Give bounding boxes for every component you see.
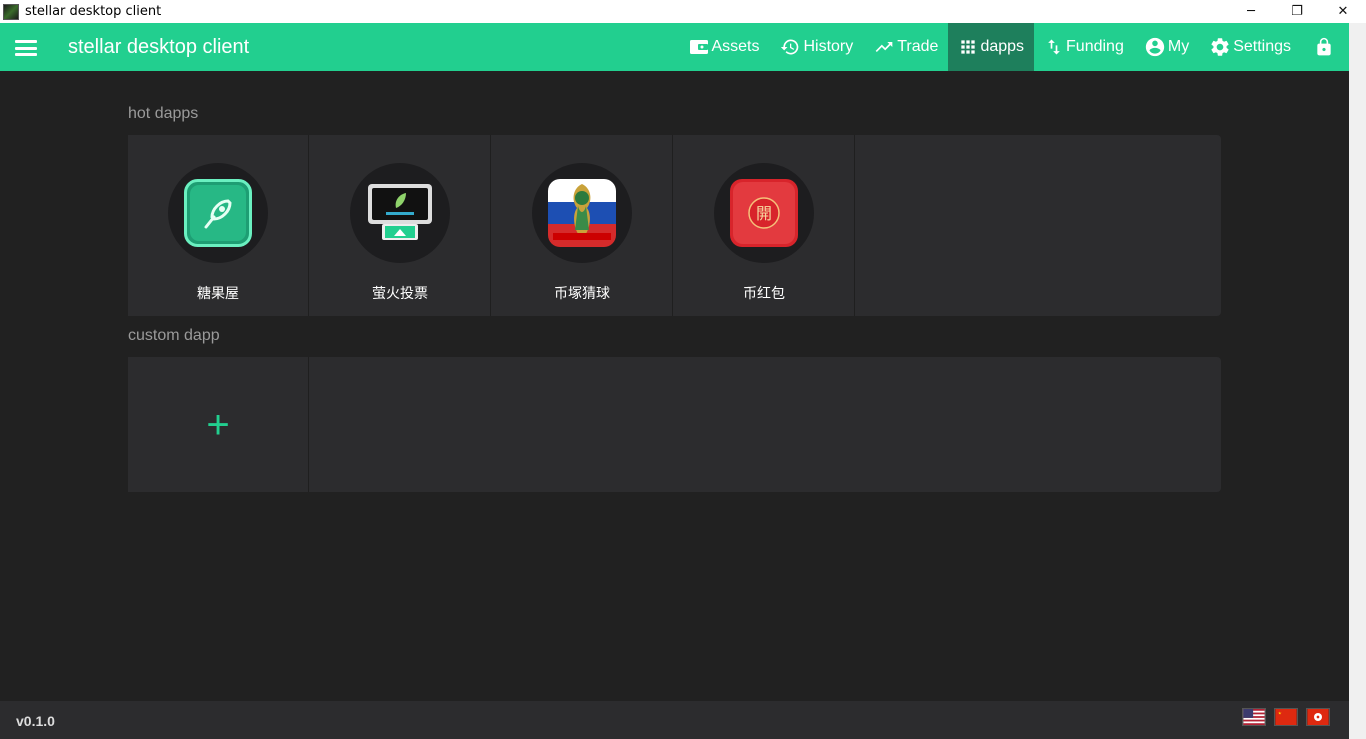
- nav-label: History: [803, 38, 854, 55]
- custom-dapp-heading: custom dapp: [128, 327, 220, 344]
- swap-vertical-icon: [1048, 39, 1060, 55]
- lock-icon: [1317, 37, 1331, 56]
- version-label: v0.1.0: [16, 713, 55, 729]
- apps-grid-icon: [961, 40, 976, 54]
- dapp-icon-wrap: 開: [714, 163, 814, 263]
- nav-funding[interactable]: Funding: [1034, 23, 1134, 71]
- close-button[interactable]: ✕: [1320, 0, 1366, 23]
- app-title: stellar desktop client: [68, 36, 250, 58]
- world-cup-icon: [548, 179, 616, 247]
- add-dapp-button[interactable]: +: [128, 357, 309, 492]
- cn-flag-icon[interactable]: [1274, 708, 1298, 726]
- dapp-tile-world-cup[interactable]: 币塚猜球: [492, 135, 673, 316]
- menu-icon[interactable]: [15, 40, 37, 56]
- account-circle-icon: [1145, 37, 1165, 57]
- nav-assets[interactable]: Assets: [679, 23, 769, 71]
- nav-trade[interactable]: Trade: [863, 23, 948, 71]
- us-flag-icon[interactable]: [1242, 708, 1266, 726]
- trending-up-icon: [875, 42, 893, 52]
- window-controls: ─ ❐ ✕: [1228, 0, 1366, 23]
- nav-label: My: [1167, 38, 1190, 55]
- nav-label: Assets: [711, 38, 760, 55]
- restore-button[interactable]: ❐: [1274, 0, 1320, 23]
- nav-history[interactable]: History: [769, 23, 863, 71]
- nav-label: Settings: [1233, 38, 1291, 55]
- app-icon: [3, 3, 19, 20]
- dapp-icon-wrap: [168, 163, 268, 263]
- nav-dapps[interactable]: dapps: [948, 23, 1035, 71]
- nav-label: Trade: [897, 38, 939, 55]
- main-nav: Assets History Trade dapps Funding My Se…: [679, 23, 1349, 71]
- window-titlebar: stellar desktop client ─ ❐ ✕: [0, 0, 1366, 23]
- nav-label: dapps: [980, 38, 1025, 55]
- plus-icon: +: [206, 402, 230, 447]
- nav-label: Funding: [1066, 38, 1124, 55]
- candy-house-icon: [184, 179, 252, 247]
- wallet-icon: [690, 40, 709, 54]
- dapp-icon-wrap: [532, 163, 632, 263]
- nav-settings[interactable]: Settings: [1199, 23, 1301, 71]
- hot-dapps-panel: 糖果屋 萤火投票 币塚猜球 開 币红包: [128, 135, 1221, 316]
- footer: v0.1.0: [0, 701, 1349, 739]
- window-title: stellar desktop client: [25, 4, 162, 19]
- dapp-name: 糖果屋: [197, 286, 239, 302]
- dapp-tile-firefly-vote[interactable]: 萤火投票: [310, 135, 491, 316]
- hk-flag-icon[interactable]: [1306, 708, 1330, 726]
- dapp-icon-wrap: [350, 163, 450, 263]
- dapp-name: 萤火投票: [372, 286, 428, 302]
- language-switcher: [1234, 708, 1330, 726]
- red-envelope-icon: 開: [730, 179, 798, 247]
- minimize-button[interactable]: ─: [1228, 0, 1274, 23]
- vertical-scrollbar[interactable]: [1349, 23, 1366, 739]
- dapp-name: 币塚猜球: [554, 286, 610, 302]
- firefly-vote-icon: [368, 184, 432, 240]
- dapp-tile-red-envelope[interactable]: 開 币红包: [674, 135, 855, 316]
- svg-text:開: 開: [756, 204, 772, 223]
- gear-icon: [1211, 38, 1229, 56]
- custom-dapp-panel: +: [128, 357, 1221, 492]
- lock-button[interactable]: [1301, 23, 1349, 71]
- dapp-name: 币红包: [743, 286, 785, 302]
- main-content: hot dapps 糖果屋 萤火投票 币塚猜球 開 币红包 custom dap…: [0, 71, 1349, 701]
- hot-dapps-heading: hot dapps: [128, 105, 199, 122]
- nav-my[interactable]: My: [1134, 23, 1199, 71]
- history-icon: [781, 39, 799, 55]
- app-header: stellar desktop client Assets History Tr…: [0, 23, 1349, 71]
- dapp-tile-candy-house[interactable]: 糖果屋: [128, 135, 309, 316]
